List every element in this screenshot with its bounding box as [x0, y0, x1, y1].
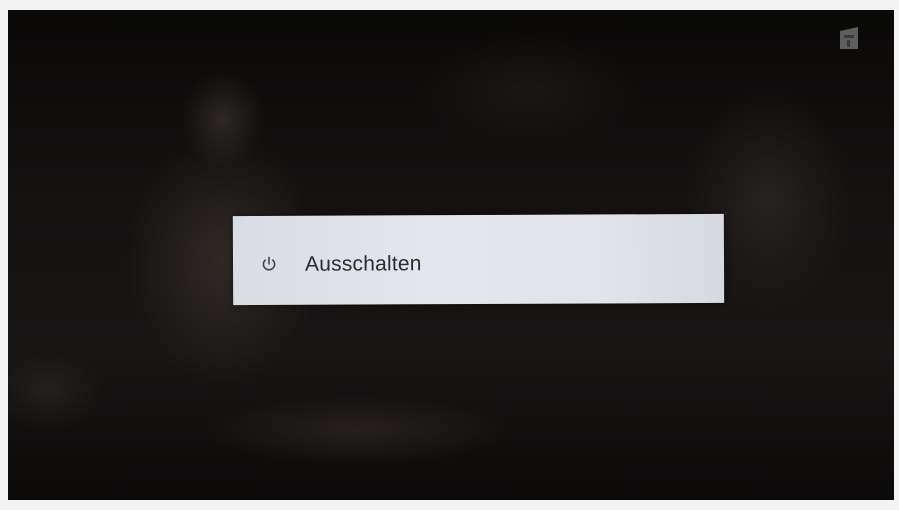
power-off-label: Ausschalten: [304, 252, 422, 276]
tv-screen: Ausschalten: [8, 10, 894, 500]
photo-frame: Ausschalten: [0, 0, 899, 510]
power-menu-panel: Ausschalten: [232, 213, 725, 306]
power-icon: [262, 256, 276, 271]
channel-logo: [840, 27, 858, 49]
power-off-menu-item[interactable]: Ausschalten: [233, 214, 724, 305]
